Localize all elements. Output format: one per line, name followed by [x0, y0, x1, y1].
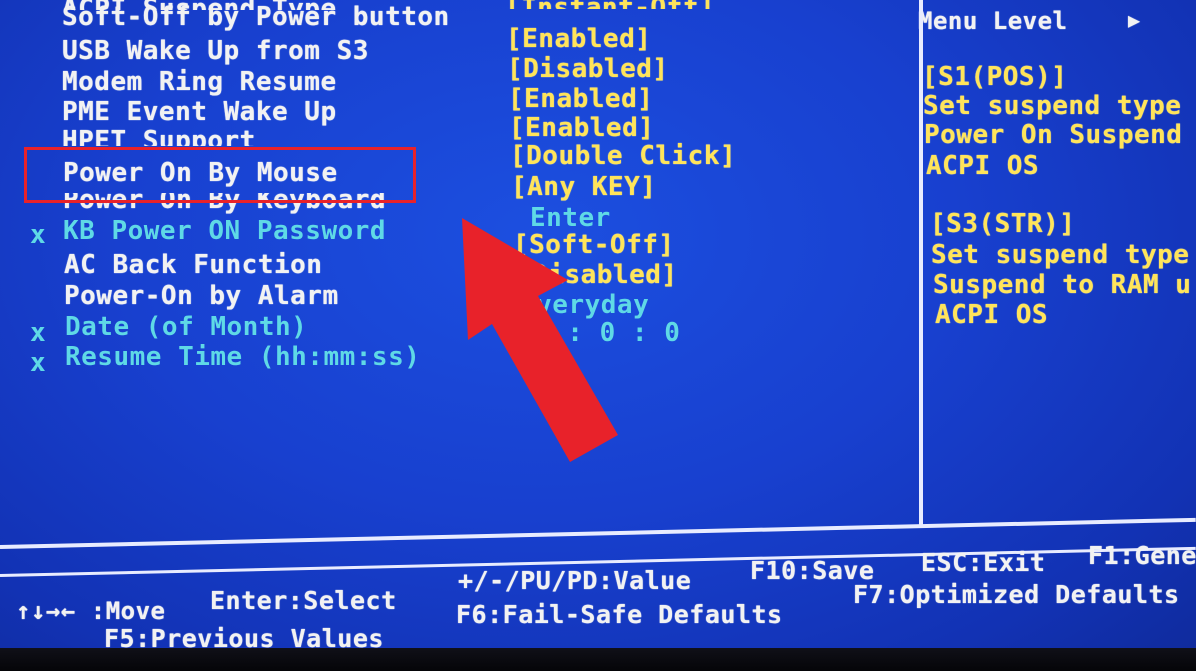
- disabled-marker: x: [30, 348, 47, 378]
- footer-exit: ESC:Exit: [921, 548, 1046, 577]
- setting-value-hpet[interactable]: [Enabled]: [509, 113, 654, 143]
- setting-label-power-on-alarm[interactable]: Power-On by Alarm: [64, 281, 339, 311]
- pointer-arrow-icon: [462, 218, 618, 462]
- footer-select: Enter:Select: [210, 586, 397, 615]
- setting-value-usb-wake[interactable]: [Enabled]: [506, 24, 651, 54]
- setting-label-pme-event[interactable]: PME Event Wake Up: [62, 97, 337, 127]
- help-s3-line2: Suspend to RAM u: [933, 270, 1192, 300]
- help-s3-title: [S3(STR)]: [930, 209, 1076, 239]
- help-menu-level: Menu Level: [918, 7, 1068, 35]
- footer-general-help: F1:Gene: [1088, 541, 1196, 570]
- setting-label-modem-ring[interactable]: Modem Ring Resume: [62, 67, 337, 97]
- help-s3-line3: ACPI OS: [935, 300, 1049, 330]
- help-s1-title: [S1(POS)]: [922, 62, 1068, 92]
- highlight-box: [24, 147, 416, 203]
- help-s1-line1: Set suspend type: [923, 91, 1182, 121]
- setting-value-power-on-mouse[interactable]: [Double Click]: [510, 141, 736, 171]
- disabled-marker: x: [30, 220, 47, 250]
- setting-value-power-on-keyboard[interactable]: [Any KEY]: [511, 172, 656, 202]
- setting-value-modem-ring[interactable]: [Disabled]: [507, 54, 669, 84]
- bios-screen: ACPI Suspend Type Soft-Off by Power butt…: [0, 0, 1196, 671]
- setting-label-kb-password: KB Power ON Password: [63, 216, 387, 246]
- setting-label-usb-wake[interactable]: USB Wake Up from S3: [62, 36, 369, 66]
- help-s1-line3: ACPI OS: [926, 151, 1040, 181]
- setting-label-date-of-month: Date (of Month): [65, 312, 308, 342]
- footer-failsafe-defaults: F6:Fail-Safe Defaults: [456, 600, 783, 629]
- footer-optimized-defaults: F7:Optimized Defaults: [853, 580, 1180, 609]
- help-s3-line1: Set suspend type: [931, 240, 1190, 270]
- setting-label-ac-back[interactable]: AC Back Function: [64, 250, 322, 280]
- menu-level-arrow-icon: ▶: [1128, 8, 1141, 32]
- help-panel-divider: [919, 0, 923, 528]
- help-s1-line2: Power On Suspend: [924, 120, 1183, 150]
- footer-value: +/-/PU/PD:Value: [458, 566, 692, 595]
- monitor-bezel: [0, 648, 1196, 671]
- setting-value-pme-event[interactable]: [Enabled]: [508, 84, 653, 114]
- setting-value-soft-off[interactable]: [Instant-Off]: [505, 0, 715, 9]
- disabled-marker: x: [30, 318, 47, 348]
- setting-label-resume-time: Resume Time (hh:mm:ss): [65, 342, 421, 372]
- footer-move: ↑↓→← :Move: [16, 597, 166, 625]
- setting-label-soft-off[interactable]: Soft-Off by Power button: [62, 2, 450, 32]
- footer-divider: [0, 517, 1196, 549]
